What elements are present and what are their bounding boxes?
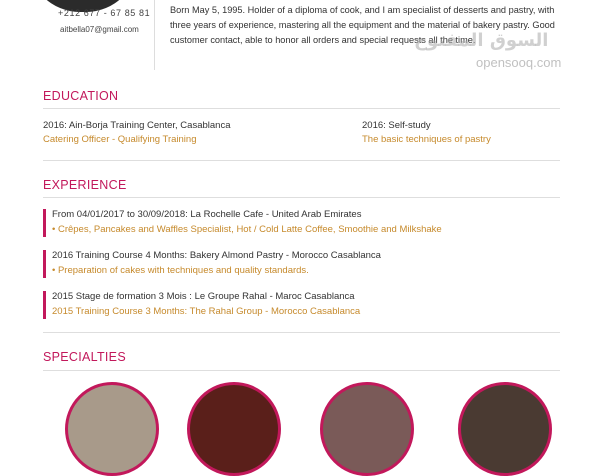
specialty-image (320, 382, 414, 476)
education-title: EDUCATION (43, 89, 119, 103)
education-item-sub: The basic techniques of pastry (362, 134, 491, 145)
specialty-image (187, 382, 281, 476)
experience-item-sub: • Crêpes, Pancakes and Waffles Specialis… (52, 224, 442, 235)
experience-item-head: 2015 Stage de formation 3 Mois : Le Grou… (52, 291, 355, 302)
specialty-image (65, 382, 159, 476)
experience-item-sub: • Preparation of cakes with techniques a… (52, 265, 309, 276)
header-divider (154, 0, 155, 70)
watermark-arabic: السوق المفتوح (414, 30, 549, 51)
specialty-image (458, 382, 552, 476)
experience-item-sub: 2015 Training Course 3 Months: The Rahal… (52, 306, 361, 317)
experience-item-head: 2016 Training Course 4 Months: Bakery Al… (52, 250, 381, 261)
education-item-head: 2016: Ain-Borja Training Center, Casabla… (43, 120, 231, 131)
section-rule (43, 160, 560, 161)
experience-title: EXPERIENCE (43, 178, 127, 192)
section-rule (43, 332, 560, 333)
experience-item-head: From 04/01/2017 to 30/09/2018: La Rochel… (52, 209, 362, 220)
education-item-head: 2016: Self-study (362, 120, 431, 131)
experience-accent-bar (43, 250, 46, 278)
specialties-title: SPECIALTIES (43, 350, 126, 364)
education-item-sub: Catering Officer - Qualifying Training (43, 134, 197, 145)
experience-accent-bar (43, 209, 46, 237)
phone-number: +212 677 - 67 85 81 (58, 8, 151, 18)
watermark-latin: opensooq.com (476, 55, 562, 70)
email-address[interactable]: aitbella07@gmail.com (60, 25, 139, 34)
specialties-rule (43, 370, 560, 371)
experience-accent-bar (43, 291, 46, 319)
experience-rule (43, 197, 560, 198)
education-rule (43, 108, 560, 109)
